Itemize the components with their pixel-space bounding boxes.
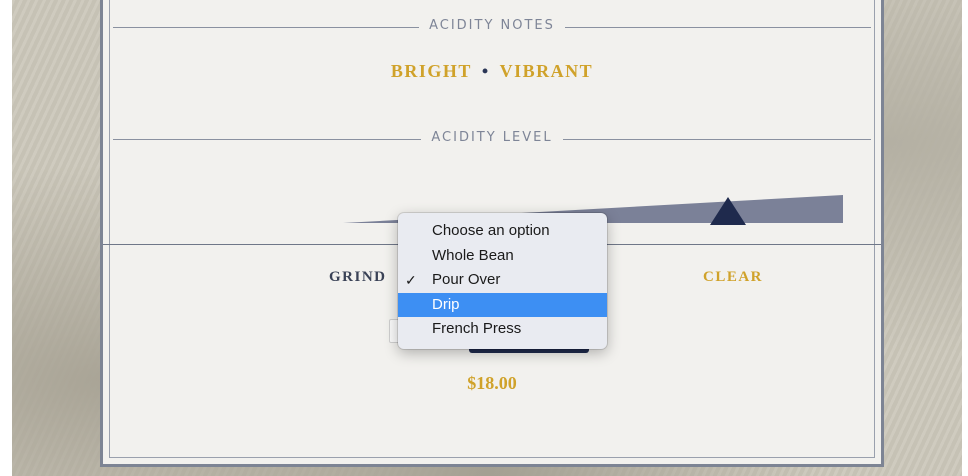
note-separator: • xyxy=(481,61,490,81)
option-label: Drip xyxy=(432,295,460,313)
option-label: French Press xyxy=(432,320,522,337)
price: $18.00 xyxy=(467,373,517,393)
acidity-level-heading: ACIDITY LEVEL xyxy=(103,130,881,145)
acidity-level-label: ACIDITY LEVEL xyxy=(421,130,563,145)
grind-label: GRIND xyxy=(329,269,387,285)
check-icon: ✓ xyxy=(405,272,417,288)
acidity-notes: BRIGHT • VIBRANT xyxy=(103,61,881,82)
option-pour-over[interactable]: ✓ Pour Over xyxy=(398,268,607,293)
option-label: Whole Bean xyxy=(432,246,514,264)
grind-dropdown-menu: Choose an option Whole Bean ✓ Pour Over … xyxy=(398,213,607,349)
option-drip[interactable]: Drip xyxy=(398,292,607,317)
note-bright: BRIGHT xyxy=(390,61,472,81)
option-whole-bean[interactable]: Whole Bean xyxy=(398,244,607,269)
option-french-press[interactable]: French Press xyxy=(398,317,607,342)
option-choose[interactable]: Choose an option xyxy=(398,219,607,244)
clear-button[interactable]: CLEAR xyxy=(703,269,763,286)
acidity-notes-label: ACIDITY NOTES xyxy=(419,18,565,33)
option-label: Pour Over xyxy=(432,271,501,288)
note-vibrant: VIBRANT xyxy=(499,61,594,81)
acidity-notes-heading: ACIDITY NOTES xyxy=(103,18,881,33)
option-label: Choose an option xyxy=(432,222,550,239)
